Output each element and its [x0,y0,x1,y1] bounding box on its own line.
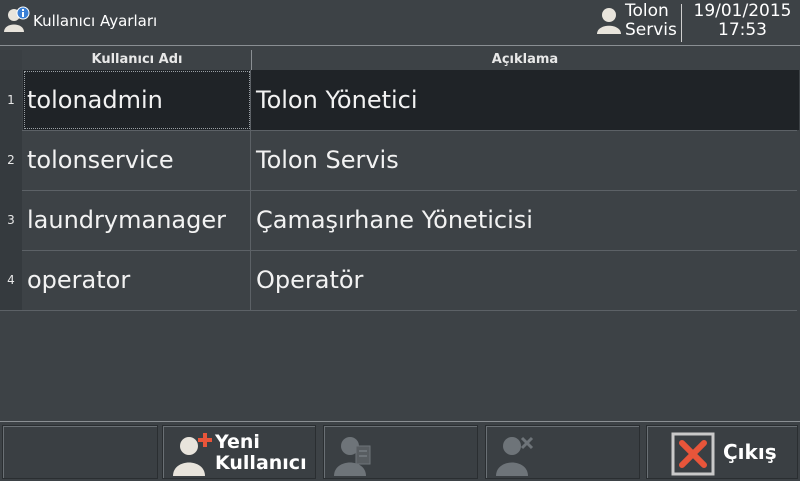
table-row[interactable]: 4 operator Operatör [0,250,797,311]
user-info-icon [4,6,30,32]
cell-username[interactable]: tolonservice [23,130,251,190]
datetime: 19/01/2015 17:53 [685,2,800,40]
current-user-line1: Tolon [625,1,669,21]
window-title: Kullanıcı Ayarları [33,12,158,30]
new-user-label-line1: Yeni [215,431,260,453]
close-x-icon [671,432,715,476]
table-row[interactable]: 2 tolonservice Tolon Servis [0,130,797,191]
new-user-label: Yeni Kullanıcı [215,432,307,474]
cell-description[interactable]: Çamaşırhane Yöneticisi [250,190,799,250]
time-label: 17:53 [718,20,767,40]
cell-username[interactable]: laundrymanager [23,190,251,250]
user-edit-icon [334,437,371,476]
cell-username[interactable]: operator [23,250,251,310]
current-user: Tolon Servis [625,2,677,40]
title-bar: Kullanıcı Ayarları Tolon Servis 19/01/20… [0,0,800,44]
row-number: 1 [0,70,22,131]
user-delete-icon [496,436,534,476]
exit-button[interactable]: Çıkış [646,425,798,479]
users-table: Kullanıcı Adı Açıklama 1 tolonadmin Tolo… [0,45,800,422]
user-add-icon [173,433,212,476]
edit-user-button[interactable] [323,425,478,479]
column-header-description[interactable]: Açıklama [251,50,798,70]
row-number: 4 [0,250,22,310]
title-separator [681,4,682,42]
cell-username[interactable]: tolonadmin [23,70,251,130]
table-header: Kullanıcı Adı Açıklama [0,46,800,70]
cell-description[interactable]: Tolon Servis [250,130,799,190]
cell-description[interactable]: Operatör [250,250,799,310]
bottom-toolbar: Yeni Kullanıcı Çıkış [0,421,800,481]
row-number: 2 [0,130,22,191]
date-label: 19/01/2015 [693,1,792,21]
table-row[interactable]: 1 tolonadmin Tolon Yönetici [0,70,799,131]
row-number: 3 [0,190,22,251]
column-header-username[interactable]: Kullanıcı Adı [24,50,250,70]
table-row[interactable]: 3 laundrymanager Çamaşırhane Yöneticisi [0,190,797,251]
delete-user-button[interactable] [485,425,640,479]
cell-description[interactable]: Tolon Yönetici [250,70,799,130]
empty-slot [2,425,158,479]
new-user-label-line2: Kullanıcı [215,452,307,474]
exit-label: Çıkış [723,440,777,464]
header-corner [0,50,22,70]
current-user-line2: Servis [625,20,677,40]
new-user-button[interactable]: Yeni Kullanıcı [162,425,316,479]
user-icon [597,8,621,34]
